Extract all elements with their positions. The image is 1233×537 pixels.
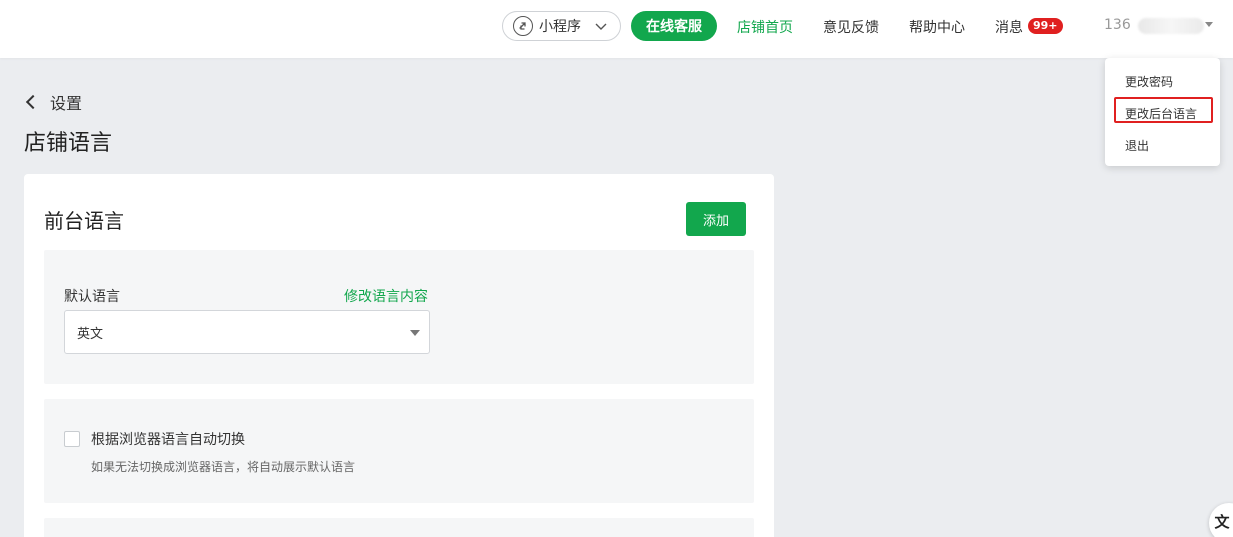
messages-link[interactable]: 消息 <box>995 17 1023 37</box>
menu-item-change-password[interactable]: 更改密码 <box>1125 73 1173 90</box>
card-title: 前台语言 <box>44 209 124 233</box>
highlight-box <box>1114 97 1213 123</box>
translate-icon[interactable]: 文 <box>1209 503 1233 537</box>
link-icon <box>513 16 533 36</box>
caret-down-icon <box>410 330 420 336</box>
edit-language-content-link[interactable]: 修改语言内容 <box>344 286 428 306</box>
default-language-panel: 默认语言 修改语言内容 英文 <box>44 250 754 384</box>
online-service-button[interactable]: 在线客服 <box>631 11 717 41</box>
top-navigation-bar: 小程序 在线客服 店铺首页 意见反馈 帮助中心 消息 99+ 136 <box>0 0 1233 58</box>
back-label: 设置 <box>50 94 83 113</box>
back-link[interactable]: 设置 <box>24 90 82 114</box>
default-language-value: 英文 <box>77 326 104 342</box>
feedback-link[interactable]: 意见反馈 <box>823 17 879 37</box>
user-account[interactable]: 136 <box>1104 17 1131 33</box>
auto-switch-label[interactable]: 根据浏览器语言自动切换 <box>91 429 245 449</box>
auto-switch-panel: 根据浏览器语言自动切换 如果无法切换成浏览器语言，将自动展示默认语言 <box>44 399 754 503</box>
auto-switch-hint: 如果无法切换成浏览器语言，将自动展示默认语言 <box>91 460 356 474</box>
mini-program-selector[interactable]: 小程序 <box>502 11 621 41</box>
help-center-link[interactable]: 帮助中心 <box>909 17 965 37</box>
messages-badge: 99+ <box>1028 18 1063 34</box>
page-title: 店铺语言 <box>24 131 113 156</box>
menu-item-logout[interactable]: 退出 <box>1125 137 1149 154</box>
frontend-language-card: 前台语言 添加 默认语言 修改语言内容 英文 根据浏览器语言自动切换 如果无法切… <box>24 174 774 537</box>
auto-switch-checkbox[interactable] <box>64 431 80 447</box>
store-home-link[interactable]: 店铺首页 <box>737 17 793 37</box>
user-phone-blur <box>1138 18 1204 34</box>
caret-down-icon[interactable] <box>1205 22 1213 27</box>
back-arrow-icon <box>25 94 41 110</box>
chevron-down-icon <box>595 23 607 30</box>
mini-program-label: 小程序 <box>539 19 581 35</box>
next-panel <box>44 518 754 537</box>
default-language-select[interactable]: 英文 <box>64 310 430 354</box>
add-button[interactable]: 添加 <box>686 202 746 236</box>
user-dropdown-menu: 更改密码 更改后台语言 退出 <box>1105 58 1220 166</box>
default-language-label: 默认语言 <box>64 289 120 305</box>
